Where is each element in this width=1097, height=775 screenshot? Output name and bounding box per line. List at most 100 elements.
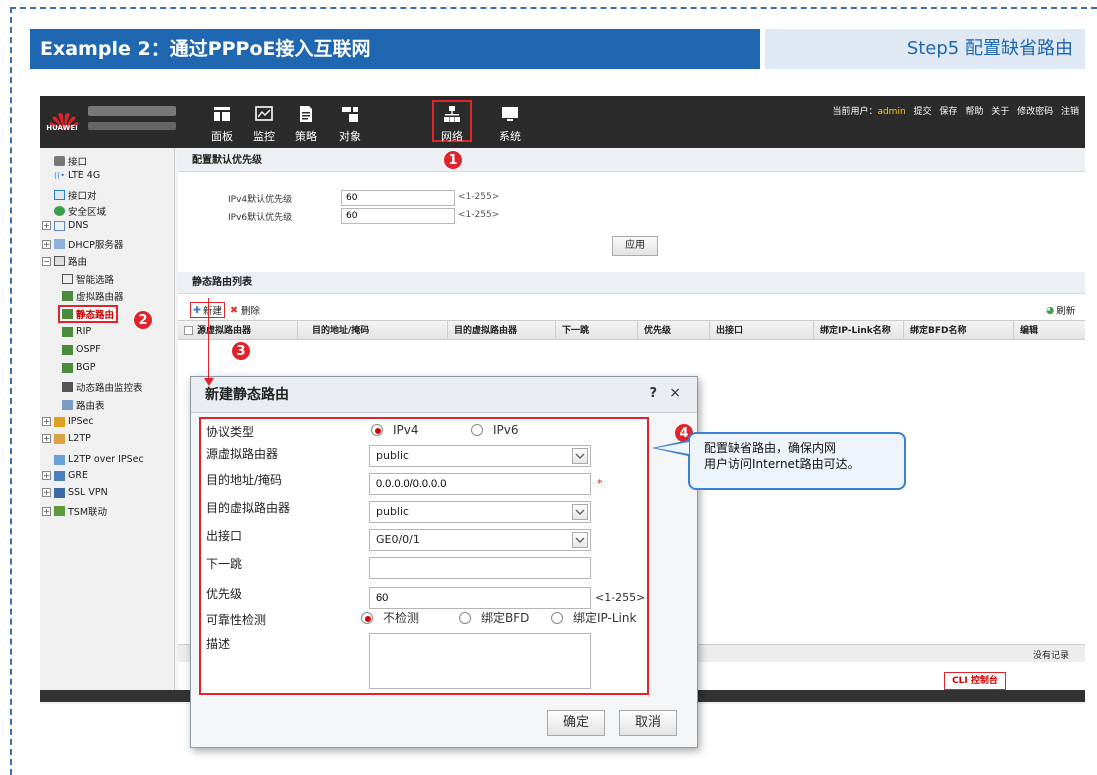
radio-unchecked-icon	[471, 424, 483, 436]
reliability-none-radio[interactable]: 不检测	[361, 609, 419, 626]
collapse-icon[interactable]: −	[42, 256, 51, 266]
sidebar-item-routing[interactable]: − 路由	[42, 254, 87, 268]
ipv6-priority-input[interactable]	[341, 208, 455, 224]
col-edit[interactable]: 编辑	[1014, 321, 1084, 340]
out-if-label: 出接口	[206, 529, 243, 543]
sidebar-label: TSM联动	[68, 507, 108, 518]
sidebar-label: L2TP	[68, 433, 91, 444]
sidebar-item-ssl-vpn[interactable]: + SSL VPN	[42, 487, 108, 498]
expand-icon[interactable]: +	[42, 471, 51, 480]
expand-icon[interactable]: +	[42, 221, 51, 230]
chevron-down-icon[interactable]	[572, 448, 588, 464]
logout-link[interactable]: 注销	[1061, 107, 1079, 117]
dest-vr-select[interactable]: public	[369, 501, 591, 523]
change-password-link[interactable]: 修改密码	[1017, 107, 1053, 117]
next-hop-input[interactable]	[369, 557, 591, 579]
nav-system[interactable]: 系统	[490, 102, 530, 144]
col-dest[interactable]: 目的地址/掩码	[306, 321, 448, 340]
sidebar-item-virtual-router[interactable]: 虚拟路由器	[62, 289, 124, 303]
sidebar-item-ipsec[interactable]: + IPSec	[42, 416, 94, 427]
sidebar-item-rip[interactable]: RIP	[62, 326, 91, 337]
reliability-bfd-radio[interactable]: 绑定BFD	[459, 609, 529, 626]
expand-icon[interactable]: +	[42, 417, 51, 426]
chevron-down-icon[interactable]	[572, 532, 588, 548]
ok-button[interactable]: 确定	[547, 710, 605, 736]
select-all-checkbox[interactable]	[184, 326, 193, 335]
sidebar-item-ospf[interactable]: OSPF	[62, 344, 101, 355]
src-vr-select[interactable]: public	[369, 445, 591, 467]
sidebar-item-bgp[interactable]: BGP	[62, 362, 95, 373]
desc-textarea[interactable]	[369, 633, 591, 689]
sidebar-item-static-route[interactable]: 静态路由	[58, 305, 119, 323]
dns-icon	[54, 220, 65, 231]
sidebar-item-interface-pair[interactable]: 接口对	[54, 188, 97, 202]
col-bfd[interactable]: 绑定BFD名称	[904, 321, 1014, 340]
sidebar-item-lte[interactable]: ((• LTE 4G	[54, 170, 100, 181]
refresh-icon: ◕	[1046, 304, 1055, 316]
nav-label: 网络	[441, 130, 463, 143]
refresh-button[interactable]: ◕ 刷新	[1046, 303, 1076, 318]
col-dest-vr[interactable]: 目的虚拟路由器	[448, 321, 556, 340]
protocol-ipv6-radio[interactable]: IPv6	[471, 423, 519, 437]
sidebar-item-security-zone[interactable]: 安全区域	[54, 204, 106, 218]
ipv4-priority-input[interactable]	[341, 190, 455, 206]
col-ip-link[interactable]: 绑定IP-Link名称	[814, 321, 904, 340]
col-src-vr[interactable]: 源虚拟路由器	[178, 321, 298, 340]
save-link[interactable]: 保存	[939, 107, 957, 117]
sidebar-label: 动态路由监控表	[76, 383, 143, 394]
dest-label: 目的地址/掩码	[206, 473, 283, 487]
nav-monitor[interactable]: 监控	[244, 102, 284, 144]
protocol-ipv4-radio[interactable]: IPv4	[371, 423, 419, 437]
sidebar-item-l2tp[interactable]: + L2TP	[42, 433, 91, 444]
radio-label: IPv6	[493, 423, 519, 437]
sidebar-label: GRE	[68, 470, 88, 481]
sidebar-label: IPSec	[68, 416, 94, 427]
refresh-label: 刷新	[1056, 306, 1076, 317]
sidebar-item-route-table[interactable]: 路由表	[62, 398, 105, 412]
chevron-down-icon[interactable]	[572, 504, 588, 520]
nav-network[interactable]: 网络	[432, 100, 472, 143]
apply-button[interactable]: 应用	[612, 236, 658, 256]
nav-dashboard[interactable]: 面板	[202, 102, 242, 144]
delete-route-button[interactable]: ✖ 删除	[230, 303, 260, 318]
sidebar-item-gre[interactable]: + GRE	[42, 470, 88, 481]
sidebar-item-dhcp[interactable]: + DHCP服务器	[42, 237, 123, 251]
col-priority[interactable]: 优先级	[638, 321, 710, 340]
sidebar-item-dynamic-route-monitor[interactable]: 动态路由监控表	[62, 380, 143, 394]
reliability-label: 可靠性检测	[206, 613, 267, 627]
priority-input[interactable]	[369, 587, 591, 609]
help-icon[interactable]: ?	[649, 386, 657, 401]
current-user-label: 当前用户：	[832, 107, 878, 117]
sidebar-item-smart-route[interactable]: 智能选路	[62, 272, 114, 286]
cancel-button[interactable]: 取消	[619, 710, 677, 736]
help-link[interactable]: 帮助	[965, 107, 983, 117]
nav-object[interactable]: 对象	[330, 102, 370, 144]
submit-link[interactable]: 提交	[914, 107, 932, 117]
sidebar-item-l2tp-over-ipsec[interactable]: L2TP over IPSec	[54, 454, 144, 465]
sidebar-item-tsm[interactable]: + TSM联动	[42, 504, 107, 518]
route-toolbar: ✚ 新建 ✖ 删除 ◕ 刷新	[178, 298, 1085, 318]
col-out-if[interactable]: 出接口	[710, 321, 814, 340]
expand-icon[interactable]: +	[42, 506, 51, 516]
out-if-select[interactable]: GE0/0/1	[369, 529, 591, 551]
col-next-hop[interactable]: 下一跳	[556, 321, 638, 340]
about-link[interactable]: 关于	[991, 107, 1009, 117]
reliability-iplink-radio[interactable]: 绑定IP-Link	[551, 609, 636, 626]
step-badge-1: 1	[443, 150, 463, 170]
dest-input[interactable]	[369, 473, 591, 495]
close-icon[interactable]: ×	[669, 385, 681, 401]
expand-icon[interactable]: +	[42, 488, 51, 497]
priority-hint: <1-255>	[595, 591, 646, 604]
src-vr-label: 源虚拟路由器	[206, 447, 279, 461]
nav-policy[interactable]: 策略	[286, 102, 326, 144]
sidebar-label: SSL VPN	[68, 487, 108, 498]
nav-label: 系统	[499, 130, 521, 143]
sidebar-label: 路由	[68, 257, 88, 268]
sidebar-label: 路由表	[76, 401, 105, 412]
sidebar-item-dns[interactable]: + DNS	[42, 220, 88, 231]
step3-arrow	[208, 298, 209, 382]
sidebar-item-interface[interactable]: 接口	[54, 154, 87, 168]
expand-icon[interactable]: +	[42, 434, 51, 443]
cli-console-button[interactable]: CLI 控制台	[944, 672, 1006, 690]
expand-icon[interactable]: +	[42, 239, 51, 249]
